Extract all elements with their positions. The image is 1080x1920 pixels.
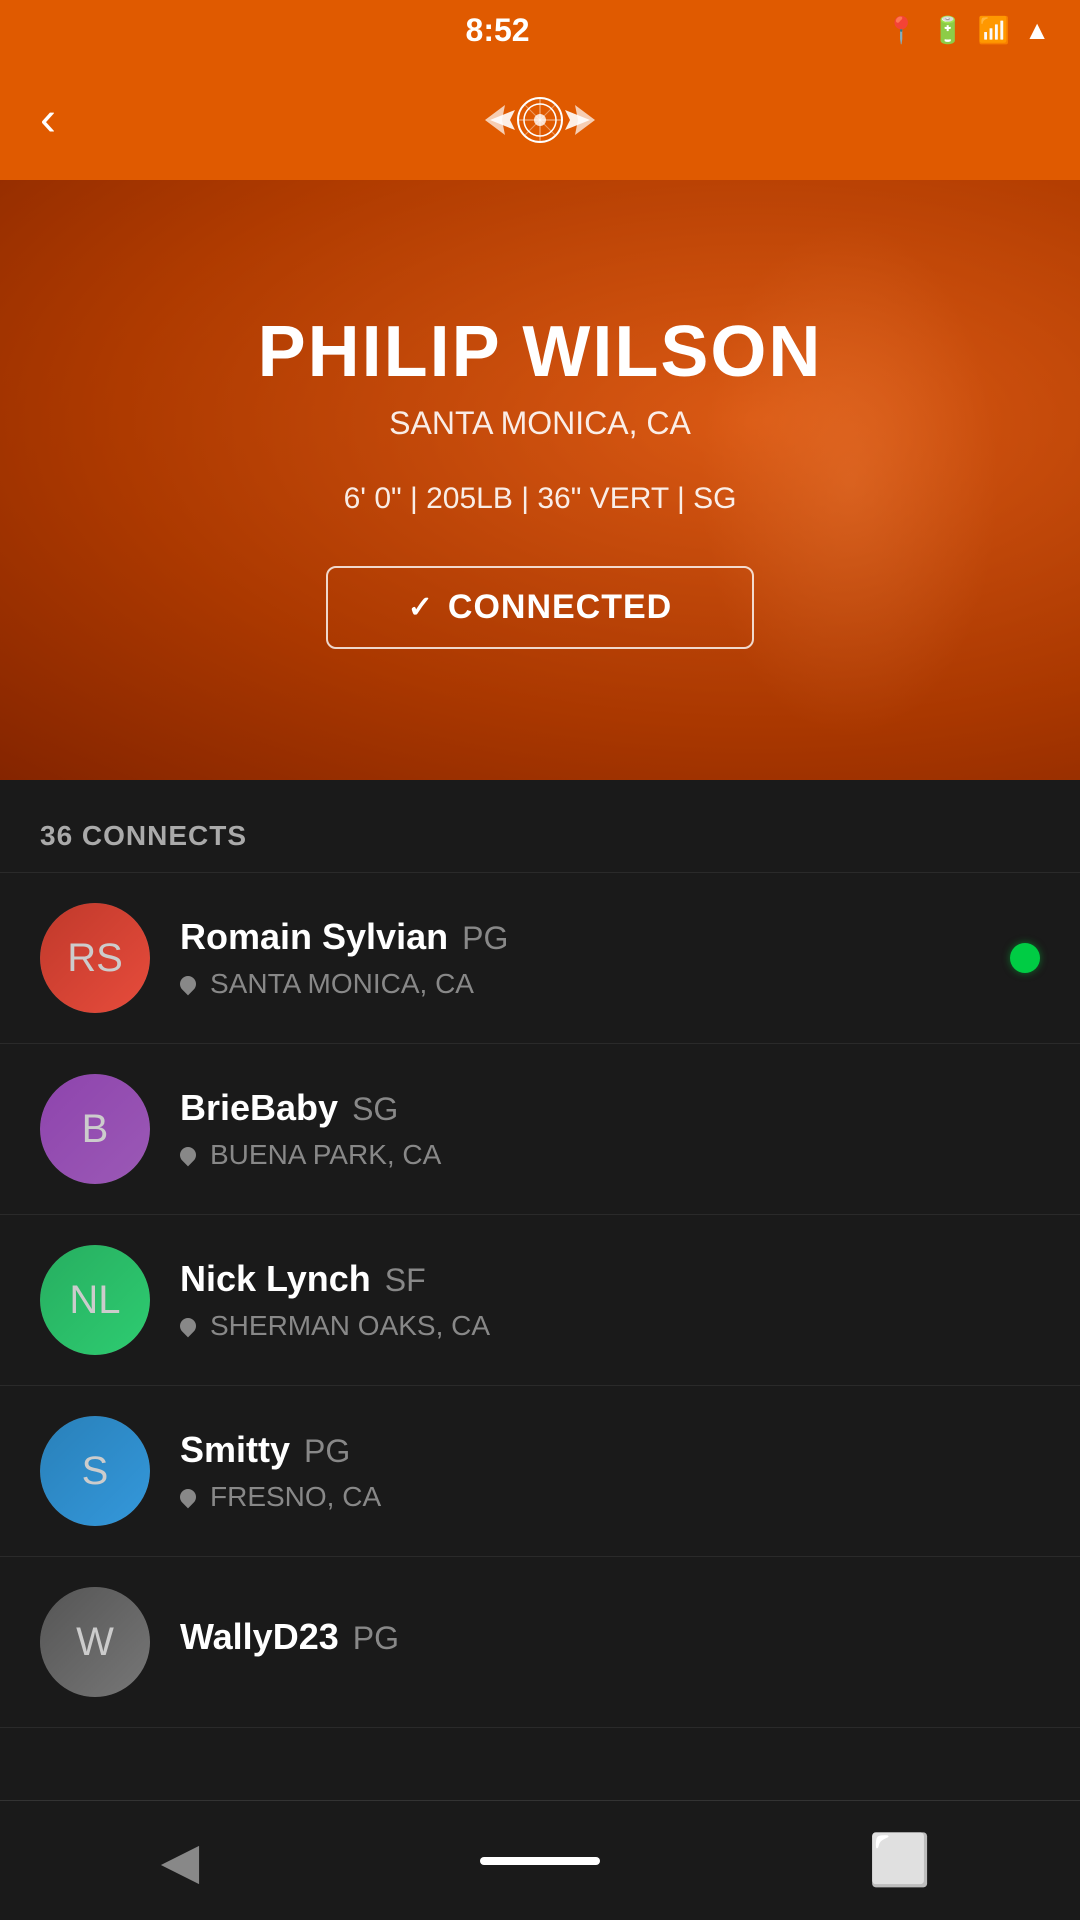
checkmark-icon: ✓ <box>408 590 434 625</box>
profile-hero: PHILIP WILSON SANTA MONICA, CA 6' 0" | 2… <box>0 180 1080 780</box>
contact-name-row: Romain Sylvian PG <box>180 916 1040 958</box>
contact-name: Nick Lynch <box>180 1258 371 1300</box>
nav-recents-icon: ⬜ <box>869 1831 931 1890</box>
location-pin-icon <box>177 1315 200 1338</box>
contact-location-row: BUENA PARK, CA <box>180 1139 1040 1171</box>
contact-info: Nick Lynch SF SHERMAN OAKS, CA <box>180 1258 1040 1342</box>
connects-header: 36 CONNECTS <box>0 780 1080 873</box>
avatar: NL <box>40 1245 150 1355</box>
wifi-icon: ▲ <box>1024 15 1050 46</box>
location-pin-icon <box>177 1144 200 1167</box>
logo-container <box>480 80 600 160</box>
avatar: S <box>40 1416 150 1526</box>
avatar-image: RS <box>40 903 150 1013</box>
contact-position: PG <box>353 1620 399 1657</box>
avatar: W <box>40 1587 150 1697</box>
location-pin-icon <box>177 973 200 996</box>
avatar: B <box>40 1074 150 1184</box>
contact-info: Romain Sylvian PG SANTA MONICA, CA <box>180 916 1040 1000</box>
contact-item[interactable]: W WallyD23 PG <box>0 1557 1080 1728</box>
contact-name: Romain Sylvian <box>180 916 448 958</box>
contact-item[interactable]: NL Nick Lynch SF SHERMAN OAKS, CA <box>0 1215 1080 1386</box>
avatar-image: B <box>40 1074 150 1184</box>
contact-city: BUENA PARK, CA <box>210 1139 441 1171</box>
contact-name-row: Nick Lynch SF <box>180 1258 1040 1300</box>
connected-button[interactable]: ✓ CONNECTED <box>326 566 754 649</box>
contact-item[interactable]: S Smitty PG FRESNO, CA <box>0 1386 1080 1557</box>
header: ‹ <box>0 60 1080 180</box>
contact-list: RS Romain Sylvian PG SANTA MONICA, CA B BrieB… <box>0 873 1080 1728</box>
status-icons: 📍 🔋 📶 ▲ <box>885 15 1050 46</box>
contact-location-row: FRESNO, CA <box>180 1481 1040 1513</box>
online-indicator <box>1010 943 1040 973</box>
contact-city: FRESNO, CA <box>210 1481 381 1513</box>
contact-name-row: Smitty PG <box>180 1429 1040 1471</box>
avatar: RS <box>40 903 150 1013</box>
profile-name: PHILIP WILSON <box>258 311 823 393</box>
contact-name: Smitty <box>180 1429 290 1471</box>
nav-back-icon: ◀ <box>161 1832 199 1890</box>
contact-position: SG <box>352 1091 398 1128</box>
contact-name: WallyD23 <box>180 1616 339 1658</box>
profile-stats: 6' 0" | 205LB | 36" VERT | SG <box>344 482 737 516</box>
contact-name-row: BrieBaby SG <box>180 1087 1040 1129</box>
app-logo <box>480 80 600 160</box>
profile-location: SANTA MONICA, CA <box>389 405 691 442</box>
connected-label: CONNECTED <box>448 588 672 627</box>
contact-info: Smitty PG FRESNO, CA <box>180 1429 1040 1513</box>
contact-position: PG <box>304 1433 350 1470</box>
contact-city: SANTA MONICA, CA <box>210 968 474 1000</box>
location-icon: 📍 <box>885 15 917 46</box>
connects-count: 36 CONNECTS <box>40 820 247 851</box>
nav-back-button[interactable]: ◀ <box>120 1821 240 1901</box>
contact-position: PG <box>462 920 508 957</box>
bottom-nav: ◀ ⬜ <box>0 1800 1080 1920</box>
avatar-image: S <box>40 1416 150 1526</box>
contact-info: BrieBaby SG BUENA PARK, CA <box>180 1087 1040 1171</box>
contact-city: SHERMAN OAKS, CA <box>210 1310 490 1342</box>
nav-home-bar <box>480 1857 600 1865</box>
nav-recents-button[interactable]: ⬜ <box>840 1821 960 1901</box>
back-button[interactable]: ‹ <box>40 96 56 144</box>
contact-position: SF <box>385 1262 426 1299</box>
avatar-image: NL <box>40 1245 150 1355</box>
status-time: 8:52 <box>466 12 530 49</box>
status-bar: 8:52 📍 🔋 📶 ▲ <box>0 0 1080 60</box>
contact-info: WallyD23 PG <box>180 1616 1040 1668</box>
contact-location-row: SANTA MONICA, CA <box>180 968 1040 1000</box>
contact-name-row: WallyD23 PG <box>180 1616 1040 1658</box>
battery-icon: 🔋 <box>932 15 964 46</box>
signal-icon: 📶 <box>978 15 1010 46</box>
contact-name: BrieBaby <box>180 1087 338 1129</box>
contact-location-row: SHERMAN OAKS, CA <box>180 1310 1040 1342</box>
location-pin-icon <box>177 1486 200 1509</box>
contact-item[interactable]: RS Romain Sylvian PG SANTA MONICA, CA <box>0 873 1080 1044</box>
avatar-image: W <box>40 1587 150 1697</box>
nav-home-button[interactable] <box>480 1821 600 1901</box>
contact-item[interactable]: B BrieBaby SG BUENA PARK, CA <box>0 1044 1080 1215</box>
